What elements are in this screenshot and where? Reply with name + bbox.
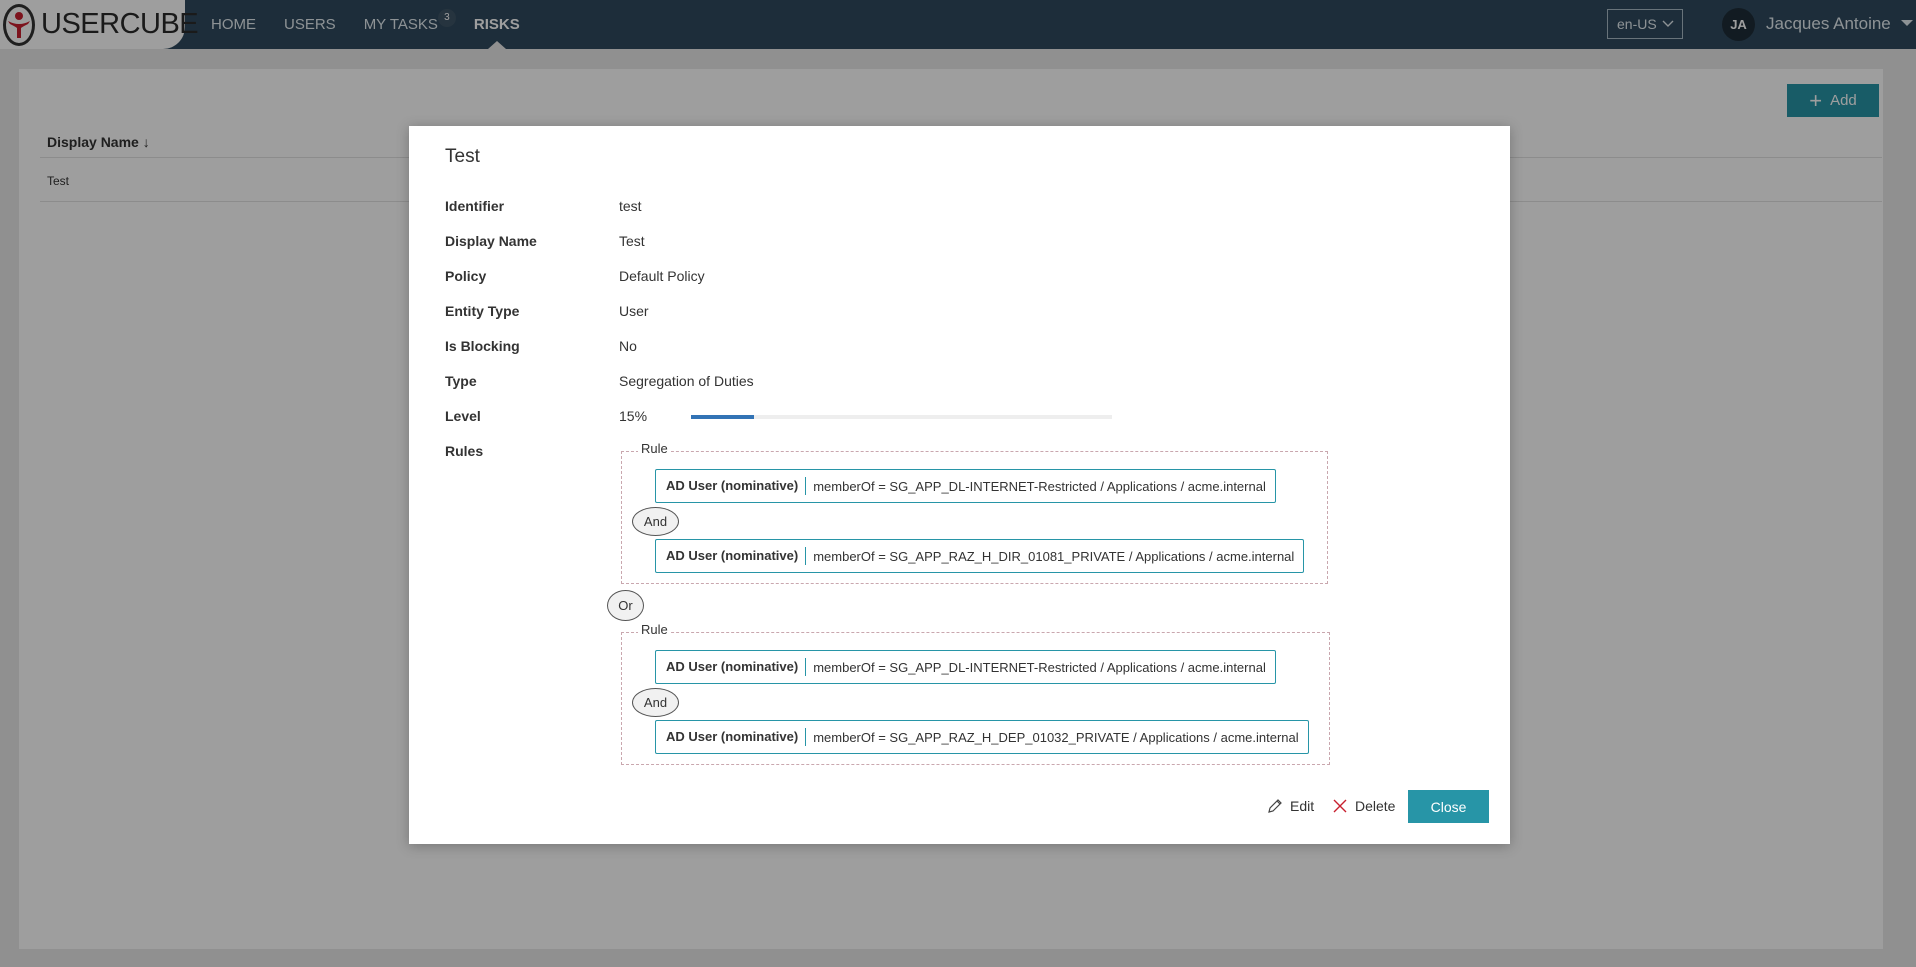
is-blocking-label: Is Blocking <box>445 338 520 354</box>
rule-condition[interactable]: AD User (nominative) memberOf = SG_APP_R… <box>655 720 1309 754</box>
rule-condition[interactable]: AD User (nominative) memberOf = SG_APP_D… <box>655 650 1276 684</box>
close-button[interactable]: Close <box>1408 790 1489 823</box>
condition-expression: memberOf = SG_APP_DL-INTERNET-Restricted… <box>813 659 1266 675</box>
policy-label: Policy <box>445 268 487 284</box>
level-progress-bar <box>691 415 1112 419</box>
rule-legend: Rule <box>638 441 671 456</box>
rules-label: Rules <box>445 443 484 459</box>
edit-label: Edit <box>1290 798 1315 814</box>
and-operator: And <box>632 507 679 536</box>
identifier-label: Identifier <box>445 198 505 214</box>
display-name-value: Test <box>619 233 645 249</box>
entity-type-value: User <box>619 303 649 319</box>
condition-entity: AD User (nominative) <box>656 477 807 495</box>
level-progress-fill <box>691 415 755 419</box>
condition-entity: AD User (nominative) <box>656 728 807 746</box>
type-label: Type <box>445 373 477 389</box>
delete-button[interactable]: Delete <box>1327 790 1401 822</box>
rule-condition[interactable]: AD User (nominative) memberOf = SG_APP_D… <box>655 469 1276 503</box>
condition-entity: AD User (nominative) <box>656 547 807 565</box>
pencil-icon <box>1267 798 1283 814</box>
rule-legend: Rule <box>638 622 671 637</box>
is-blocking-value: No <box>619 338 637 354</box>
display-name-label: Display Name <box>445 233 537 249</box>
dialog-title: Test <box>445 146 480 167</box>
condition-entity: AD User (nominative) <box>656 658 807 676</box>
and-operator: And <box>632 688 679 717</box>
entity-type-label: Entity Type <box>445 303 520 319</box>
level-value: 15% <box>619 408 648 424</box>
close-x-icon <box>1333 799 1347 813</box>
condition-expression: memberOf = SG_APP_RAZ_H_DIR_01081_PRIVAT… <box>813 548 1295 564</box>
identifier-value: test <box>619 198 642 214</box>
condition-expression: memberOf = SG_APP_RAZ_H_DEP_01032_PRIVAT… <box>813 729 1299 745</box>
type-value: Segregation of Duties <box>619 373 754 389</box>
rule-condition[interactable]: AD User (nominative) memberOf = SG_APP_R… <box>655 539 1305 573</box>
risk-detail-dialog: Test Identifier test Display Name Test P… <box>409 126 1510 844</box>
or-operator: Or <box>607 590 644 621</box>
level-label: Level <box>445 408 481 424</box>
policy-value: Default Policy <box>619 268 705 284</box>
edit-button[interactable]: Edit <box>1261 790 1320 822</box>
condition-expression: memberOf = SG_APP_DL-INTERNET-Restricted… <box>813 478 1266 494</box>
delete-label: Delete <box>1355 798 1396 814</box>
